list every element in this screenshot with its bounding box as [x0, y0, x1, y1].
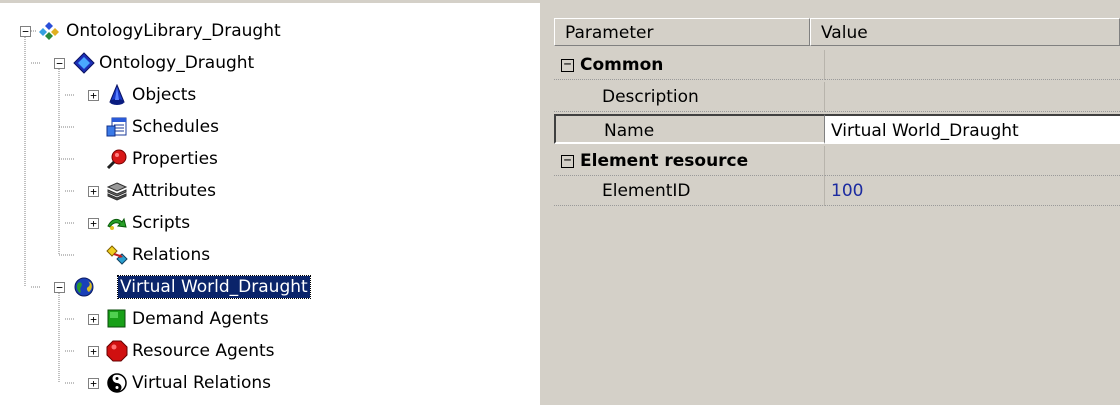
property-name: ElementID	[554, 176, 825, 206]
tree-label-selected: Virtual World_Draught	[117, 275, 311, 299]
category-label: Common	[580, 55, 664, 75]
tree-label: Attributes	[132, 181, 216, 201]
grid-header: Parameter Value	[554, 18, 1120, 46]
globe-icon	[74, 277, 94, 297]
grid-empty-area	[554, 206, 1120, 405]
expand-toggle[interactable]: +	[88, 218, 99, 229]
expand-toggle[interactable]: +	[88, 346, 99, 357]
collapse-toggle[interactable]: −	[561, 58, 574, 72]
tree-label: Resource Agents	[132, 341, 275, 361]
tree-node-ontology[interactable]: − Ontology_Draught	[0, 48, 540, 78]
yin-yang-icon	[107, 373, 127, 393]
column-header-value[interactable]: Value	[810, 18, 1120, 46]
property-value-name[interactable]: Virtual World_Draught	[825, 114, 1120, 144]
ontology-library-icon	[39, 22, 59, 40]
tree-label: Ontology_Draught	[99, 53, 255, 73]
tree-label: Objects	[132, 85, 197, 105]
tree-node-scripts[interactable]: + Scripts	[0, 208, 540, 238]
expand-toggle[interactable]: +	[88, 314, 99, 325]
category-cell: − Common	[554, 50, 825, 80]
tree-label: Properties	[132, 149, 218, 169]
tree-node-root[interactable]: − OntologyLibrary_Draught	[0, 16, 540, 46]
category-cell: − Element resource	[554, 146, 825, 176]
pane-splitter[interactable]	[540, 0, 554, 405]
expand-toggle[interactable]: +	[88, 186, 99, 197]
tree-label: Relations	[132, 245, 211, 265]
collapse-toggle[interactable]: −	[54, 282, 65, 293]
magnifier-icon	[106, 149, 127, 170]
tree-node-relations[interactable]: Relations	[0, 240, 540, 270]
property-grid[interactable]: Parameter Value − Common Description Nam…	[554, 0, 1120, 405]
expand-toggle[interactable]: +	[88, 378, 99, 389]
property-row-elementid[interactable]: ElementID 100	[554, 176, 1120, 206]
property-name: Description	[554, 82, 825, 112]
collapse-toggle[interactable]: −	[20, 26, 31, 37]
tree-label: OntologyLibrary_Draught	[66, 21, 281, 41]
relations-icon	[106, 245, 128, 265]
tree-node-resource-agents[interactable]: + Resource Agents	[0, 336, 540, 366]
property-row-name[interactable]: Name Virtual World_Draught	[554, 114, 1120, 144]
ontology-tree[interactable]: − OntologyLibrary_Draught − Ontology_Dra…	[0, 0, 540, 405]
category-label: Element resource	[580, 151, 749, 171]
blue-diamond-icon	[73, 52, 95, 74]
property-name: Name	[554, 114, 825, 144]
tree-label: Virtual Relations	[132, 373, 272, 393]
tree-node-virtual-relations[interactable]: + Virtual Relations	[0, 368, 540, 398]
property-value-description[interactable]	[825, 82, 1120, 112]
blue-cone-icon	[109, 84, 125, 105]
schedule-table-icon	[106, 117, 127, 137]
tree-label: Scripts	[132, 213, 191, 233]
category-row-common[interactable]: − Common	[554, 50, 1120, 80]
category-value-cell	[825, 50, 1120, 80]
property-value-elementid[interactable]: 100	[825, 176, 1120, 206]
tree-node-demand-agents[interactable]: + Demand Agents	[0, 304, 540, 334]
tree-node-schedules[interactable]: Schedules	[0, 112, 540, 142]
tree-node-objects[interactable]: + Objects	[0, 80, 540, 110]
category-row-element-resource[interactable]: − Element resource	[554, 146, 1120, 176]
category-value-cell	[825, 146, 1120, 176]
stacked-layers-icon	[106, 182, 128, 201]
red-octagon-icon	[106, 340, 128, 362]
property-row-description[interactable]: Description	[554, 82, 1120, 112]
column-header-parameter[interactable]: Parameter	[554, 18, 810, 46]
tree-node-properties[interactable]: Properties	[0, 144, 540, 174]
collapse-toggle[interactable]: −	[54, 58, 65, 69]
tree-node-virtual-world[interactable]: − Virtual World_Draught	[0, 272, 540, 302]
expand-toggle[interactable]: +	[88, 90, 99, 101]
tree-label: Schedules	[132, 117, 219, 137]
tree-label: Demand Agents	[132, 309, 269, 329]
script-arrow-icon	[107, 217, 127, 230]
green-square-icon	[107, 309, 126, 328]
tree-node-attributes[interactable]: + Attributes	[0, 176, 540, 206]
collapse-toggle[interactable]: −	[561, 154, 574, 168]
